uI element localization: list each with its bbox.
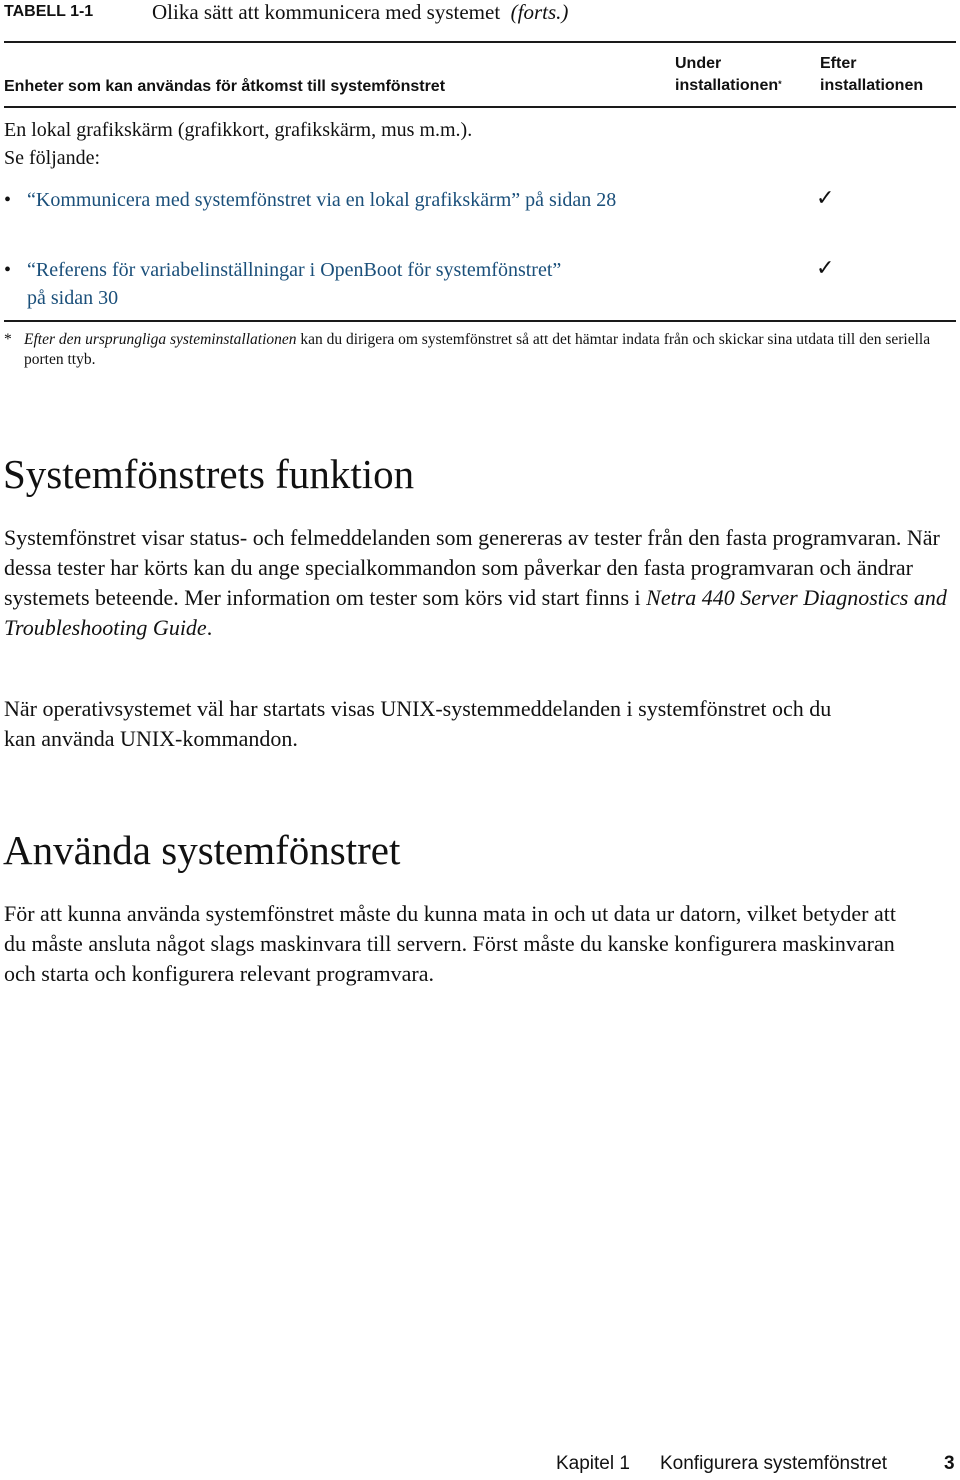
footer-chapter: Kapitel 1	[556, 1453, 630, 1474]
cross-reference-link[interactable]: “Referens för variabelinställningar i Op…	[27, 256, 564, 312]
list-item: • “Referens för variabelinställningar i …	[4, 256, 564, 312]
column-header-devices: Enheter som kan användas för åtkomst til…	[4, 78, 446, 95]
section-heading: Systemfönstrets funktion	[3, 451, 415, 497]
bullet-icon: •	[4, 189, 12, 211]
column-header-after-line2: installationen	[820, 77, 924, 94]
table-bottom-rule	[4, 320, 956, 322]
table-footnote: * Efter den ursprungliga systeminstallat…	[4, 330, 934, 370]
column-header-during-install: Under installationen*	[675, 53, 782, 97]
paragraph: Systemfönstret visar status- och felmedd…	[4, 523, 954, 643]
footnote-marker: *	[778, 79, 782, 89]
column-header-after-line1: Efter	[820, 55, 857, 72]
list-item: • “Kommunicera med systemfönstret via en…	[4, 186, 664, 214]
column-header-during-line1: Under	[675, 55, 722, 72]
paragraph-text: .	[206, 615, 213, 640]
description-line: Se följande:	[4, 147, 101, 169]
footnote-marker: *	[4, 331, 12, 348]
cross-reference-link[interactable]: “Kommunicera med systemfönstret via en l…	[27, 186, 664, 214]
bullet-icon: •	[4, 259, 12, 281]
footer-chapter-title: Konfigurera systemfönstret	[660, 1453, 888, 1474]
table-top-rule	[4, 41, 956, 43]
table-caption-label: TABELL 1-1	[4, 3, 94, 20]
table-caption-text: Olika sätt att kommunicera med systemet	[152, 0, 501, 24]
checkmark-icon: ✓	[816, 256, 835, 281]
section-heading: Använda systemfönstret	[3, 827, 401, 873]
footnote-italic: Efter den ursprungliga systeminstallatio…	[24, 331, 297, 348]
page-number: 3	[944, 1453, 955, 1474]
paragraph: När operativsystemet väl har startats vi…	[4, 696, 832, 751]
column-header-during-line2: installationen	[675, 77, 779, 94]
table-header-rule	[4, 106, 956, 108]
paragraph: För att kunna använda systemfönstret mås…	[4, 901, 896, 986]
description-line: En lokal grafikskärm (grafikkort, grafik…	[4, 119, 473, 141]
column-header-after-install: Efter installationen	[820, 53, 923, 97]
table-caption-title: Olika sätt att kommunicera med systemet …	[152, 0, 568, 25]
table-cell-description: En lokal grafikskärm (grafikkort, grafik…	[4, 116, 472, 172]
checkmark-icon: ✓	[816, 186, 835, 211]
table-caption-continued: (forts.)	[510, 0, 569, 24]
